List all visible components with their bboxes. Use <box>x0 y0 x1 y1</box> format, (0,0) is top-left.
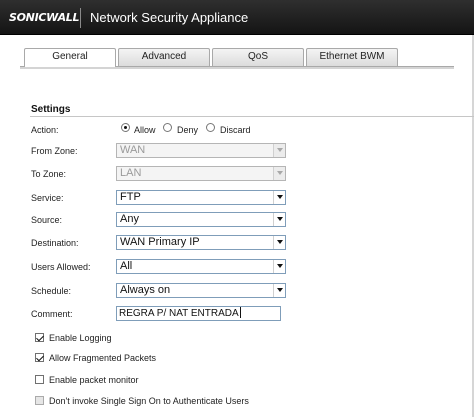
chevron-down-icon <box>273 167 285 180</box>
from-zone-label: From Zone: <box>31 146 78 156</box>
comment-input[interactable]: REGRA P/ NAT ENTRADA <box>116 306 281 321</box>
source-value: Any <box>120 213 139 225</box>
tab-advanced[interactable]: Advanced <box>118 48 210 66</box>
comment-value: REGRA P/ NAT ENTRADA <box>119 308 239 319</box>
source-select[interactable]: Any <box>116 212 286 227</box>
action-deny-label: Deny <box>177 125 199 135</box>
users-allowed-select[interactable]: All <box>116 259 286 274</box>
action-allow-label: Allow <box>134 125 156 135</box>
tab-general[interactable]: General <box>24 48 116 67</box>
service-value: FTP <box>120 191 141 203</box>
enable-logging-label: Enable Logging <box>49 333 112 343</box>
to-zone-select: LAN <box>116 166 286 181</box>
header-divider <box>80 8 81 28</box>
comment-label: Comment: <box>31 309 73 319</box>
sso-checkbox <box>35 396 44 405</box>
tabs-shadow <box>20 67 454 69</box>
schedule-label: Schedule: <box>31 286 72 296</box>
chevron-down-icon[interactable] <box>273 213 285 226</box>
sonicwall-logo: SONICWALL <box>9 11 80 24</box>
action-discard-radio[interactable] <box>206 123 215 132</box>
schedule-select[interactable]: Always on <box>116 283 286 298</box>
service-select[interactable]: FTP <box>116 190 286 205</box>
users-allowed-label: Users Allowed: <box>31 262 91 272</box>
settings-heading: Settings <box>31 104 71 115</box>
service-label: Service: <box>31 193 64 203</box>
destination-value: WAN Primary IP <box>120 236 200 248</box>
packet-monitor-label: Enable packet monitor <box>49 375 139 385</box>
settings-divider <box>30 116 474 117</box>
action-allow-radio[interactable] <box>121 123 130 132</box>
app-title: Network Security Appliance <box>90 10 249 25</box>
action-label: Action: <box>31 125 59 135</box>
tab-ethernet-bwm[interactable]: Ethernet BWM <box>306 48 398 66</box>
packet-monitor-checkbox[interactable] <box>35 375 44 384</box>
destination-label: Destination: <box>31 238 79 248</box>
from-zone-value: WAN <box>120 144 146 156</box>
chevron-down-icon[interactable] <box>273 284 285 297</box>
destination-select[interactable]: WAN Primary IP <box>116 235 286 250</box>
app-header: SONICWALL Network Security Appliance <box>0 0 474 35</box>
tab-bar: General Advanced QoS Ethernet BWM <box>20 48 455 67</box>
action-deny-radio[interactable] <box>163 123 172 132</box>
tab-qos[interactable]: QoS <box>212 48 304 66</box>
allow-fragmented-label: Allow Fragmented Packets <box>49 353 157 363</box>
action-discard-label: Discard <box>220 125 251 135</box>
schedule-value: Always on <box>120 284 171 296</box>
to-zone-value: LAN <box>120 167 142 179</box>
sso-label: Don't invoke Single Sign On to Authentic… <box>49 396 249 406</box>
chevron-down-icon[interactable] <box>273 260 285 273</box>
allow-fragmented-checkbox[interactable] <box>35 353 44 362</box>
chevron-down-icon <box>273 144 285 157</box>
source-label: Source: <box>31 215 63 225</box>
text-caret <box>239 307 241 318</box>
from-zone-select: WAN <box>116 143 286 158</box>
chevron-down-icon[interactable] <box>273 191 285 204</box>
users-allowed-value: All <box>120 260 133 272</box>
to-zone-label: To Zone: <box>31 169 67 179</box>
chevron-down-icon[interactable] <box>273 236 285 249</box>
enable-logging-checkbox[interactable] <box>35 333 44 342</box>
